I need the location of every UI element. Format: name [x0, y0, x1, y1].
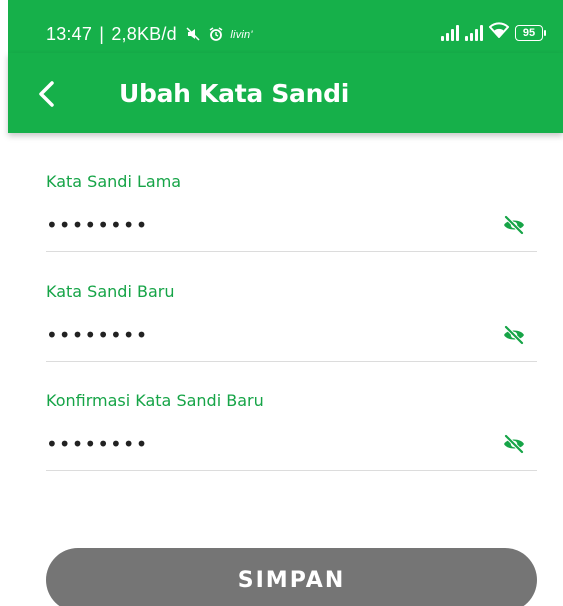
status-left: 13:47 | 2,8KB/d livin' — [46, 24, 253, 45]
old-password-input-wrap — [46, 200, 537, 252]
alarm-icon — [209, 27, 223, 44]
eye-off-icon[interactable] — [501, 214, 527, 236]
confirm-password-label: Konfirmasi Kata Sandi Baru — [46, 391, 264, 410]
eye-off-icon[interactable] — [501, 324, 527, 346]
status-right: 95 — [441, 22, 546, 43]
status-separator: | — [99, 24, 105, 44]
old-password-label: Kata Sandi Lama — [46, 172, 182, 191]
signal-icon — [441, 24, 459, 41]
network-speed: 2,8KB/d — [111, 24, 177, 44]
new-password-field: Kata Sandi Baru — [46, 282, 537, 364]
battery-level: 95 — [522, 26, 536, 39]
signal-icon — [465, 24, 483, 41]
save-button[interactable]: SIMPAN — [46, 548, 537, 606]
chevron-left-icon — [39, 81, 54, 107]
back-button[interactable] — [32, 77, 60, 111]
app-indicator: livin' — [230, 29, 253, 42]
confirm-password-input[interactable] — [46, 427, 486, 461]
new-password-label: Kata Sandi Baru — [46, 282, 175, 301]
old-password-input[interactable] — [46, 208, 486, 242]
wifi-icon — [488, 22, 510, 43]
new-password-input-wrap — [46, 310, 537, 362]
mute-icon — [186, 27, 200, 44]
new-password-input[interactable] — [46, 318, 486, 352]
old-password-field: Kata Sandi Lama — [46, 172, 537, 254]
battery-icon: 95 — [515, 24, 546, 41]
confirm-password-input-wrap — [46, 419, 537, 471]
page-title: Ubah Kata Sandi — [119, 79, 349, 108]
status-time: 13:47 — [46, 24, 93, 44]
app-bar: Ubah Kata Sandi — [8, 53, 563, 133]
confirm-password-field: Konfirmasi Kata Sandi Baru — [46, 391, 537, 473]
eye-off-icon[interactable] — [501, 433, 527, 455]
status-bar: 13:47 | 2,8KB/d livin' 95 — [8, 0, 563, 53]
